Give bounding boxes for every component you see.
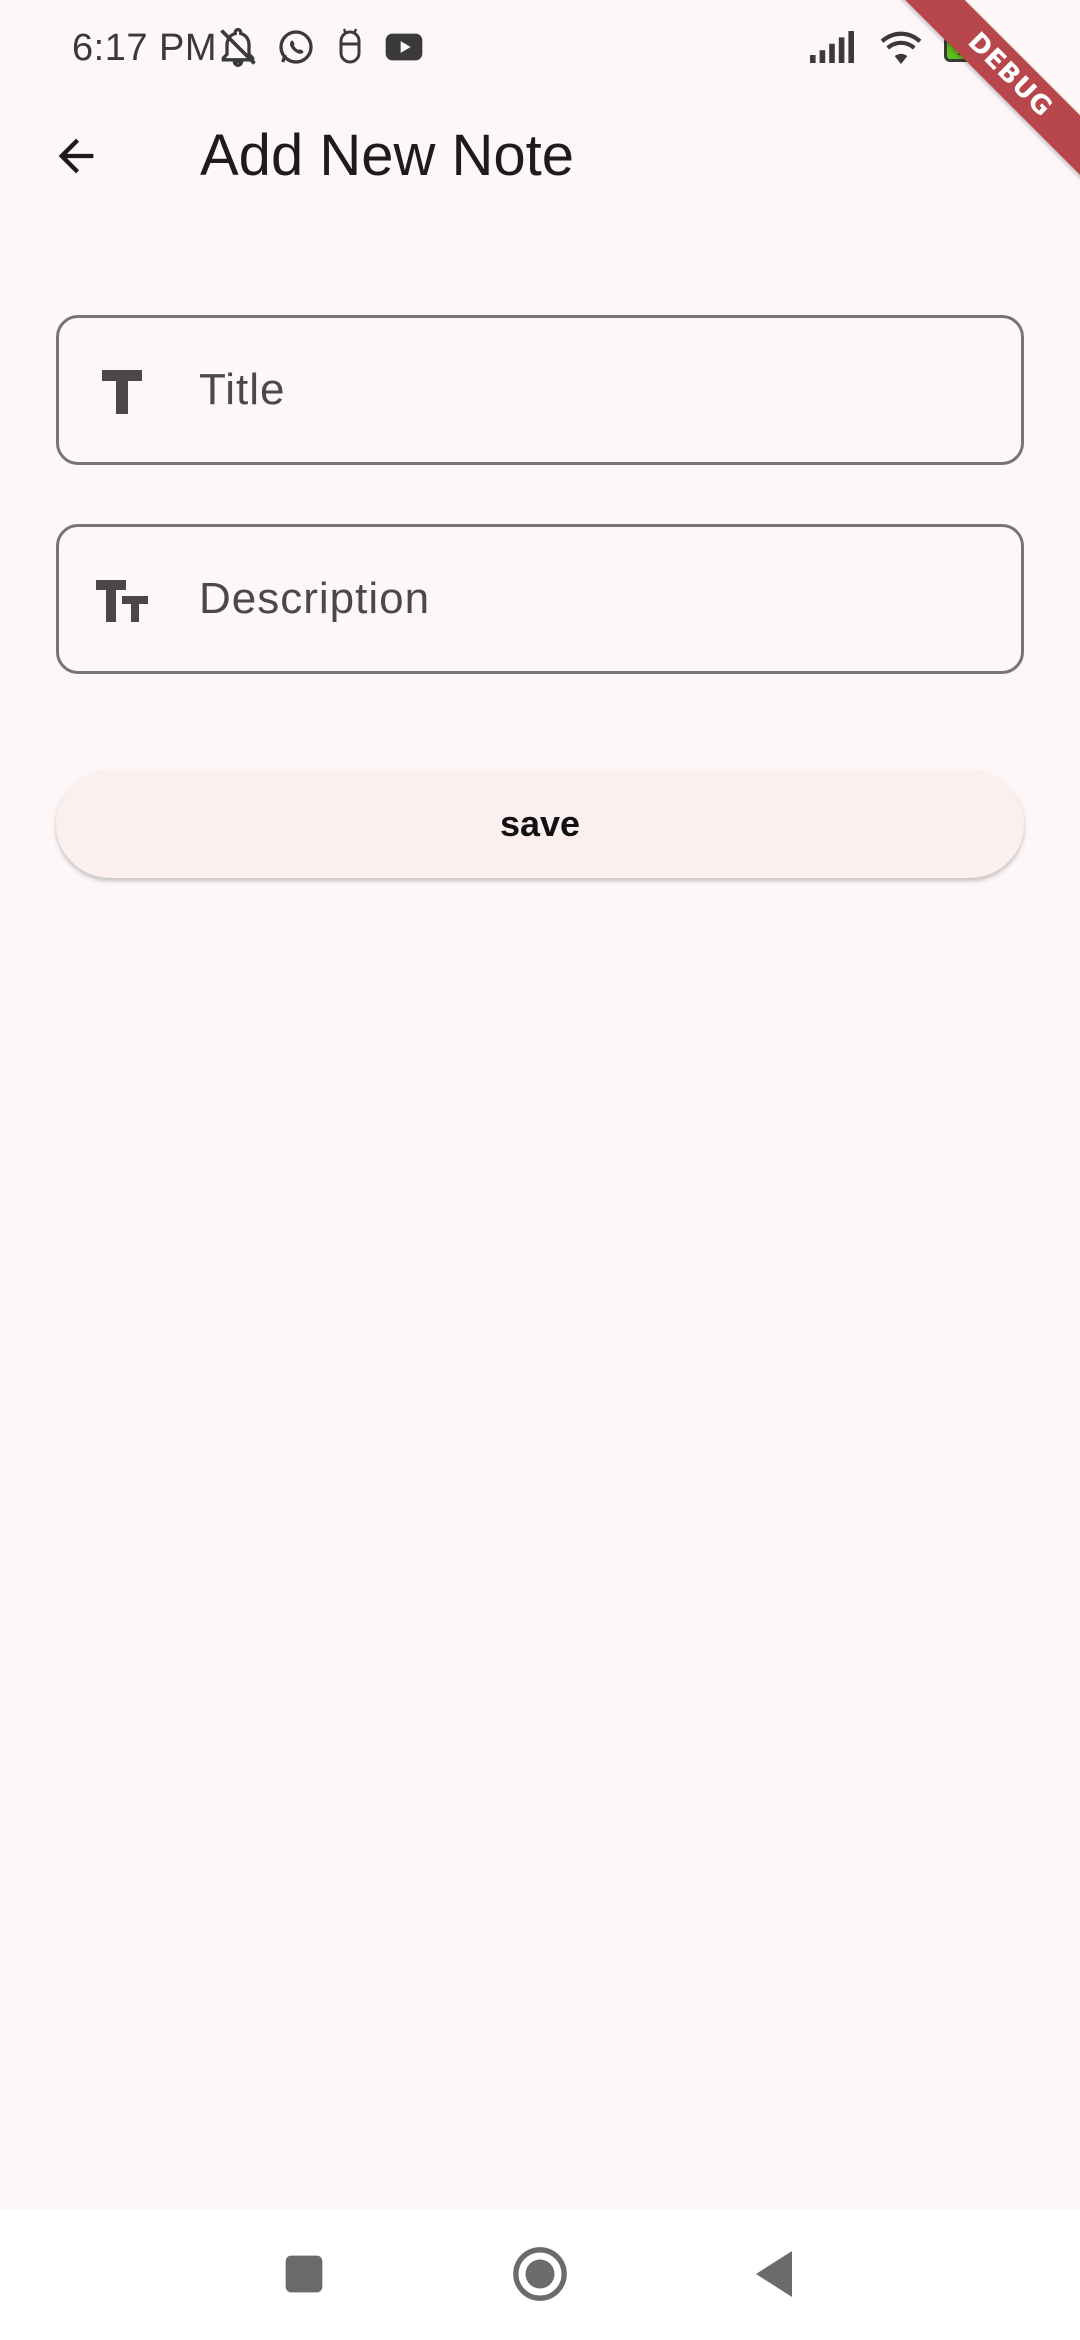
home-icon [511, 2245, 569, 2308]
notification-app-icon [332, 27, 368, 72]
status-bar: 6:17 PM [0, 0, 1080, 100]
nav-back-button[interactable] [734, 2236, 814, 2316]
whatsapp-icon [276, 27, 316, 72]
cellular-signal-icon [810, 30, 858, 68]
description-input[interactable] [199, 547, 999, 651]
youtube-icon [384, 32, 424, 67]
back-button[interactable] [40, 122, 112, 194]
arrow-back-icon [50, 130, 102, 187]
description-field[interactable] [56, 524, 1024, 674]
app-bar: Add New Note [0, 100, 1080, 210]
text-fields-icon [91, 570, 153, 632]
title-icon [91, 361, 153, 423]
system-nav-bar [0, 2210, 1080, 2340]
wifi-icon [878, 29, 924, 70]
notifications-muted-icon [216, 25, 260, 74]
status-left-icons [216, 27, 424, 71]
nav-recents-button[interactable] [264, 2236, 344, 2316]
page-title: Add New Note [200, 123, 574, 188]
title-input[interactable] [199, 338, 999, 442]
status-time: 6:17 PM [72, 27, 218, 69]
nav-home-button[interactable] [500, 2236, 580, 2316]
back-icon [752, 2249, 796, 2304]
recents-icon [282, 2252, 326, 2301]
title-field[interactable] [56, 315, 1024, 465]
save-button[interactable]: save [56, 770, 1024, 878]
